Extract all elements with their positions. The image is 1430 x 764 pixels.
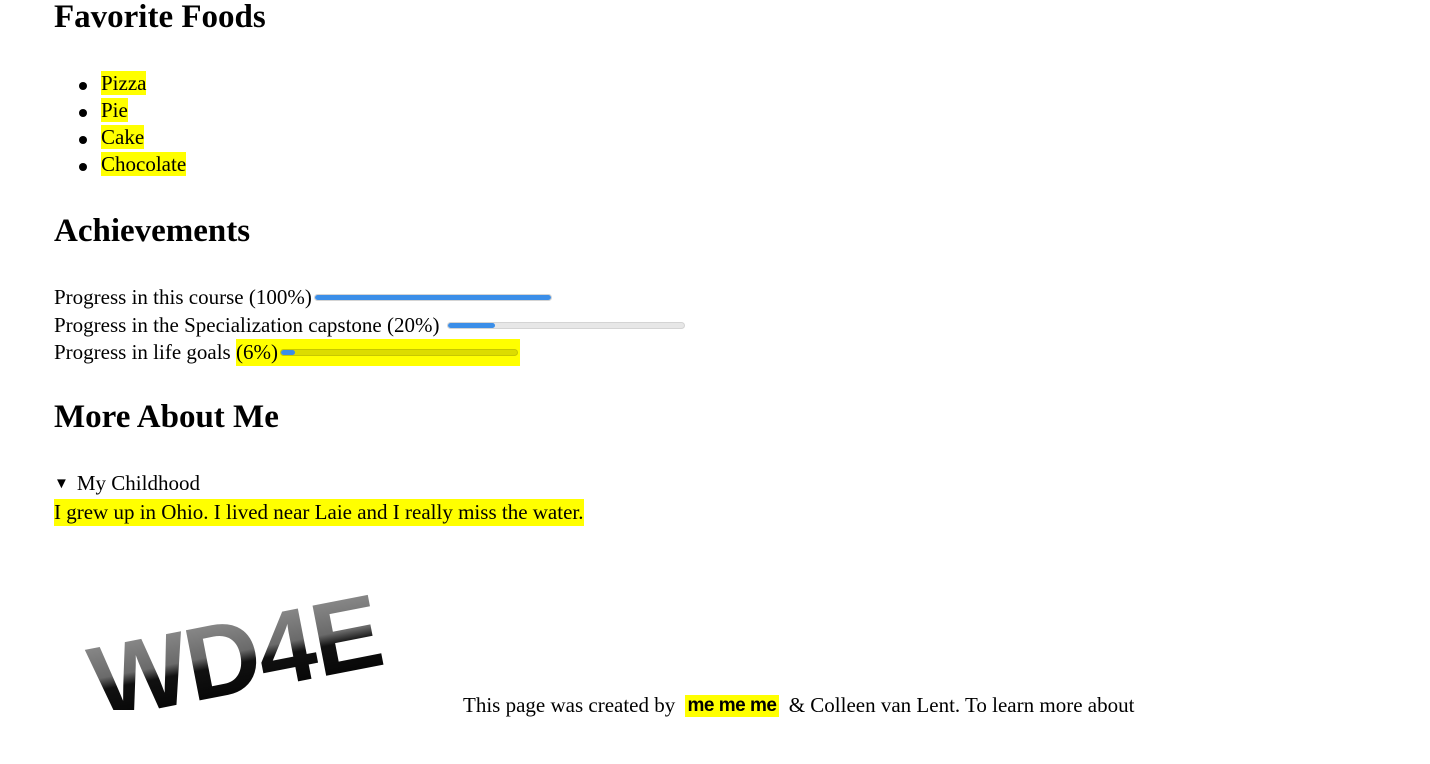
progress-bar xyxy=(279,349,518,356)
progress-label: Progress in the Specialization capstone xyxy=(54,313,382,337)
footer-prefix: This page was created by xyxy=(463,693,676,717)
list-item: Cake xyxy=(79,124,186,151)
progress-bar xyxy=(446,322,685,329)
bullet-icon xyxy=(79,163,87,171)
food-item-label: Chocolate xyxy=(101,152,187,176)
bullet-icon xyxy=(79,136,87,144)
food-item-label: Cake xyxy=(101,125,145,149)
progress-percent: (100%) xyxy=(248,285,312,309)
progress-bar-fill xyxy=(280,350,296,355)
footer-suffix: & Colleen van Lent. To learn more about xyxy=(788,693,1135,717)
triangle-down-icon[interactable]: ▼ xyxy=(54,471,69,498)
list-item: Chocolate xyxy=(79,151,187,178)
progress-row-capstone: Progress in the Specialization capstone … xyxy=(54,312,685,339)
food-item-label: Pie xyxy=(101,98,128,122)
page: Favorite Foods Pizza Pie Cake Chocolate … xyxy=(0,0,1430,764)
list-item: Pie xyxy=(79,97,186,124)
progress-percent: (6%) xyxy=(235,340,278,364)
list-item: Pizza xyxy=(79,70,186,97)
progress-percent: (20%) xyxy=(387,313,440,337)
highlighted-progress: (6%) xyxy=(235,339,520,366)
progress-bar-fill xyxy=(314,295,551,300)
progress-bar xyxy=(313,294,552,301)
details-summary[interactable]: ▼ My Childhood xyxy=(54,470,200,497)
bullet-icon xyxy=(79,82,87,90)
bullet-icon xyxy=(79,109,87,117)
favorite-foods-heading: Favorite Foods xyxy=(54,0,266,35)
wd4e-logo: WD4E xyxy=(81,573,390,710)
favorite-foods-list: Pizza Pie Cake Chocolate xyxy=(79,70,187,178)
logo-text: WD4E xyxy=(81,573,390,710)
food-item-label: Pizza xyxy=(101,71,147,95)
achievements-heading: Achievements xyxy=(54,213,251,249)
progress-row-course: Progress in this course (100%) xyxy=(54,284,552,311)
progress-label: Progress in this course xyxy=(54,285,244,309)
details-content: I grew up in Ohio. I lived near Laie and… xyxy=(54,499,584,526)
footer: This page was created by me me me & Coll… xyxy=(463,692,1134,719)
progress-label: Progress in life goals xyxy=(54,340,231,364)
more-about-me-heading: More About Me xyxy=(54,399,279,435)
progress-row-life-goals: Progress in life goals (6%) xyxy=(54,339,520,366)
progress-bar-fill xyxy=(447,323,495,328)
details-summary-label: My Childhood xyxy=(76,471,200,495)
author-name: me me me xyxy=(684,695,780,717)
